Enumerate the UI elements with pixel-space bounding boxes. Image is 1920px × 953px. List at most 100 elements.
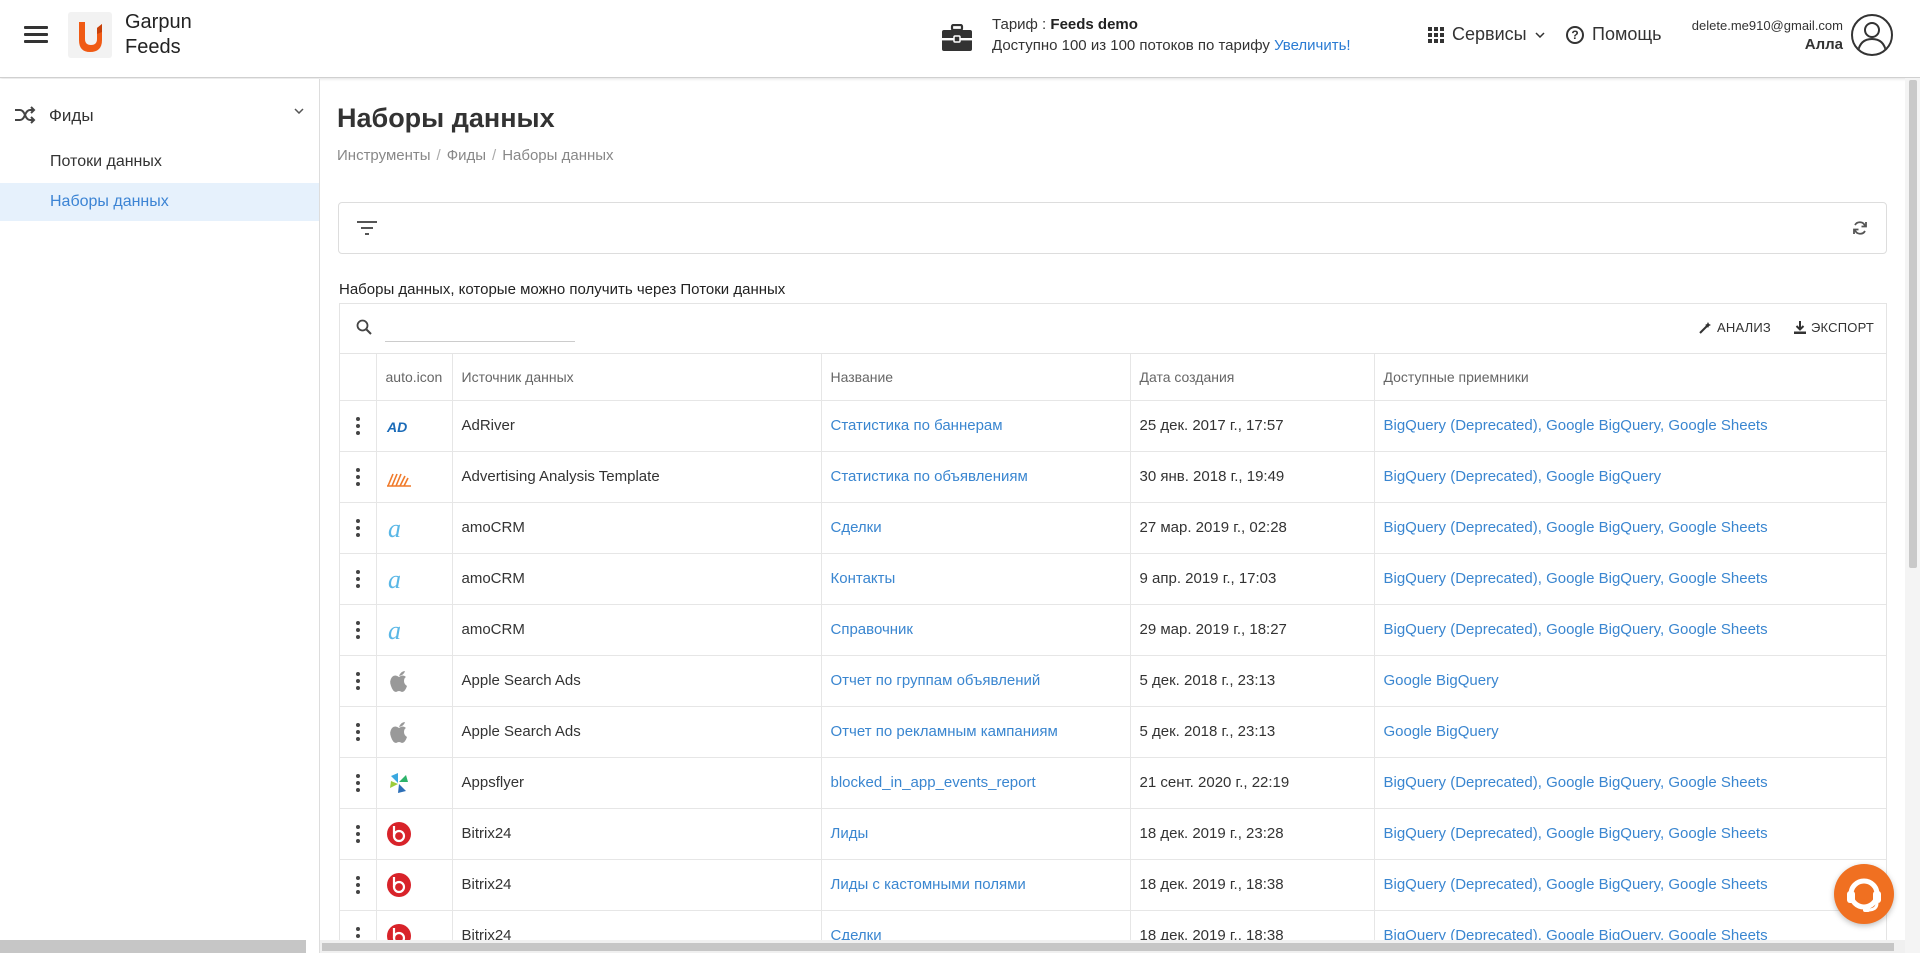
row-name-link[interactable]: blocked_in_app_events_report	[821, 757, 1131, 809]
column-header-date[interactable]: Дата создания	[1130, 354, 1375, 401]
row-icon-cell: a	[376, 604, 453, 656]
row-icon-cell	[376, 655, 453, 707]
more-vert-icon[interactable]	[355, 569, 360, 588]
more-vert-icon[interactable]	[355, 416, 360, 435]
row-name-link[interactable]: Контакты	[821, 553, 1131, 605]
more-vert-icon[interactable]	[355, 518, 360, 537]
tariff-upgrade-link[interactable]: Увеличить!	[1274, 37, 1351, 54]
advertising-analysis-icon	[386, 464, 412, 490]
svg-text:a: a	[388, 617, 401, 643]
table-row[interactable]: Apple Search Ads Отчет по группам объявле…	[340, 655, 1886, 707]
refresh-icon[interactable]	[1852, 220, 1868, 236]
row-date: 27 мар. 2019 г., 02:28	[1130, 502, 1375, 554]
table-row[interactable]: a amoCRM Справочник 29 мар. 2019 г., 18:27 B…	[340, 604, 1886, 656]
bitrix24-icon	[386, 872, 412, 898]
row-name-link[interactable]: Статистика по баннерам	[821, 400, 1131, 452]
row-receivers-link[interactable]: BigQuery (Deprecated), Google BigQuery, …	[1374, 400, 1886, 452]
sidebar-group-feeds[interactable]: Фиды	[0, 100, 319, 130]
row-date: 5 дек. 2018 г., 23:13	[1130, 706, 1375, 758]
menu-icon[interactable]	[24, 26, 48, 44]
row-name-link[interactable]: Отчет по группам объявлений	[821, 655, 1131, 707]
row-date: 25 дек. 2017 г., 17:57	[1130, 400, 1375, 452]
sidebar-horizontal-scrollbar[interactable]	[0, 940, 306, 953]
more-vert-icon[interactable]	[355, 875, 360, 894]
row-receivers-link[interactable]: BigQuery (Deprecated), Google BigQuery	[1374, 451, 1886, 503]
more-vert-icon[interactable]	[355, 620, 360, 639]
row-receivers-link[interactable]: BigQuery (Deprecated), Google BigQuery, …	[1374, 859, 1886, 911]
tariff-limit: Доступно 100 из 100 потоков по тарифу	[992, 37, 1275, 54]
row-actions-cell	[340, 808, 377, 860]
datasets-table: auto.icon Источник данных Название Дата …	[340, 354, 1886, 952]
row-name-link[interactable]: Справочник	[821, 604, 1131, 656]
table-row[interactable]: a amoCRM Контакты 9 апр. 2019 г., 17:03 BigQ…	[340, 553, 1886, 605]
services-menu[interactable]: Сервисы	[1428, 24, 1545, 45]
row-icon-cell	[376, 757, 453, 809]
brand-name: Garpun Feeds	[125, 10, 192, 60]
table-row[interactable]: a amoCRM Сделки 27 мар. 2019 г., 02:28 BigQu…	[340, 502, 1886, 554]
row-name-link[interactable]: Лиды с кастомными полями	[821, 859, 1131, 911]
column-header-icon[interactable]: auto.icon	[376, 354, 453, 401]
breadcrumb-item-tools[interactable]: Инструменты	[337, 147, 431, 164]
horizontal-scrollbar[interactable]	[320, 940, 1905, 953]
export-button[interactable]: ЭКСПОРТ	[1793, 320, 1874, 335]
user-email: delete.me910@gmail.com	[1691, 18, 1843, 33]
row-receivers-link[interactable]: Google BigQuery	[1374, 706, 1886, 758]
row-receivers-link[interactable]: BigQuery (Deprecated), Google BigQuery, …	[1374, 808, 1886, 860]
row-receivers-link[interactable]: BigQuery (Deprecated), Google BigQuery, …	[1374, 502, 1886, 554]
analysis-button[interactable]: АНАЛИЗ	[1699, 320, 1771, 335]
filter-icon[interactable]	[357, 221, 377, 235]
table-row[interactable]: Bitrix24 Лиды 18 дек. 2019 г., 23:28 BigQue…	[340, 808, 1886, 860]
help-link[interactable]: ? Помощь	[1566, 24, 1662, 45]
more-vert-icon[interactable]	[355, 722, 360, 741]
row-name-link[interactable]: Отчет по рекламным кампаниям	[821, 706, 1131, 758]
appsflyer-icon	[386, 770, 412, 796]
vertical-scrollbar-thumb[interactable]	[1909, 80, 1917, 568]
table-row[interactable]: Appsflyer blocked_in_app_events_report 21 …	[340, 757, 1886, 809]
row-receivers-link[interactable]: Google BigQuery	[1374, 655, 1886, 707]
vertical-scrollbar[interactable]	[1905, 78, 1920, 953]
row-name-link[interactable]: Статистика по объявлениям	[821, 451, 1131, 503]
row-name-link[interactable]: Сделки	[821, 502, 1131, 554]
column-header-name[interactable]: Название	[821, 354, 1131, 401]
table-row[interactable]: Apple Search Ads Отчет по рекламным кампа…	[340, 706, 1886, 758]
tariff-info: Тариф : Feeds demo Доступно 100 из 100 п…	[992, 14, 1351, 56]
table-row[interactable]: Advertising Analysis Template Статистика …	[340, 451, 1886, 503]
chevron-down-icon	[294, 108, 304, 114]
row-receivers-link[interactable]: BigQuery (Deprecated), Google BigQuery, …	[1374, 604, 1886, 656]
sidebar-item-datasets[interactable]: Наборы данных	[0, 183, 319, 221]
row-receivers-link[interactable]: BigQuery (Deprecated), Google BigQuery, …	[1374, 757, 1886, 809]
row-date: 18 дек. 2019 г., 18:38	[1130, 859, 1375, 911]
avatar-icon[interactable]	[1851, 14, 1893, 56]
more-vert-icon[interactable]	[355, 824, 360, 843]
datasets-table-container: АНАЛИЗ ЭКСПОРТ auto.icon Источник данных…	[339, 303, 1887, 953]
support-chat-button[interactable]	[1834, 864, 1894, 924]
horizontal-scrollbar-thumb[interactable]	[322, 943, 1894, 951]
breadcrumb: Инструменты / Фиды / Наборы данных	[337, 147, 614, 164]
search-input[interactable]	[385, 318, 575, 342]
tariff-label: Тариф :	[992, 16, 1051, 33]
amocrm-icon: a	[386, 616, 412, 645]
sidebar-item-data-streams[interactable]: Потоки данных	[0, 143, 319, 181]
garpun-logo[interactable]	[68, 12, 112, 58]
breadcrumb-item-feeds[interactable]: Фиды	[447, 147, 486, 164]
column-header-source[interactable]: Источник данных	[452, 354, 822, 401]
user-info[interactable]: delete.me910@gmail.com Алла	[1692, 16, 1843, 54]
row-date: 5 дек. 2018 г., 23:13	[1130, 655, 1375, 707]
column-header-receivers[interactable]: Доступные приемники	[1374, 354, 1886, 401]
row-receivers-link[interactable]: BigQuery (Deprecated), Google BigQuery, …	[1374, 553, 1886, 605]
apple-icon	[386, 719, 412, 745]
more-vert-icon[interactable]	[355, 467, 360, 486]
table-row[interactable]: Bitrix24 Лиды с кастомными полями 18 дек. …	[340, 859, 1886, 911]
row-name-link[interactable]: Лиды	[821, 808, 1131, 860]
filter-bar	[338, 202, 1887, 254]
row-source: amoCRM	[452, 604, 822, 656]
svg-text:a: a	[388, 515, 401, 541]
breadcrumb-item-datasets: Наборы данных	[502, 147, 614, 164]
more-vert-icon[interactable]	[355, 773, 360, 792]
table-row[interactable]: AD AdRiver Статистика по баннерам 25 дек. 2…	[340, 400, 1886, 452]
bitrix24-icon	[386, 821, 412, 847]
more-vert-icon[interactable]	[355, 671, 360, 690]
table-caption: Наборы данных, которые можно получить че…	[339, 281, 786, 298]
row-actions-cell	[340, 859, 377, 911]
row-source: Apple Search Ads	[452, 655, 822, 707]
